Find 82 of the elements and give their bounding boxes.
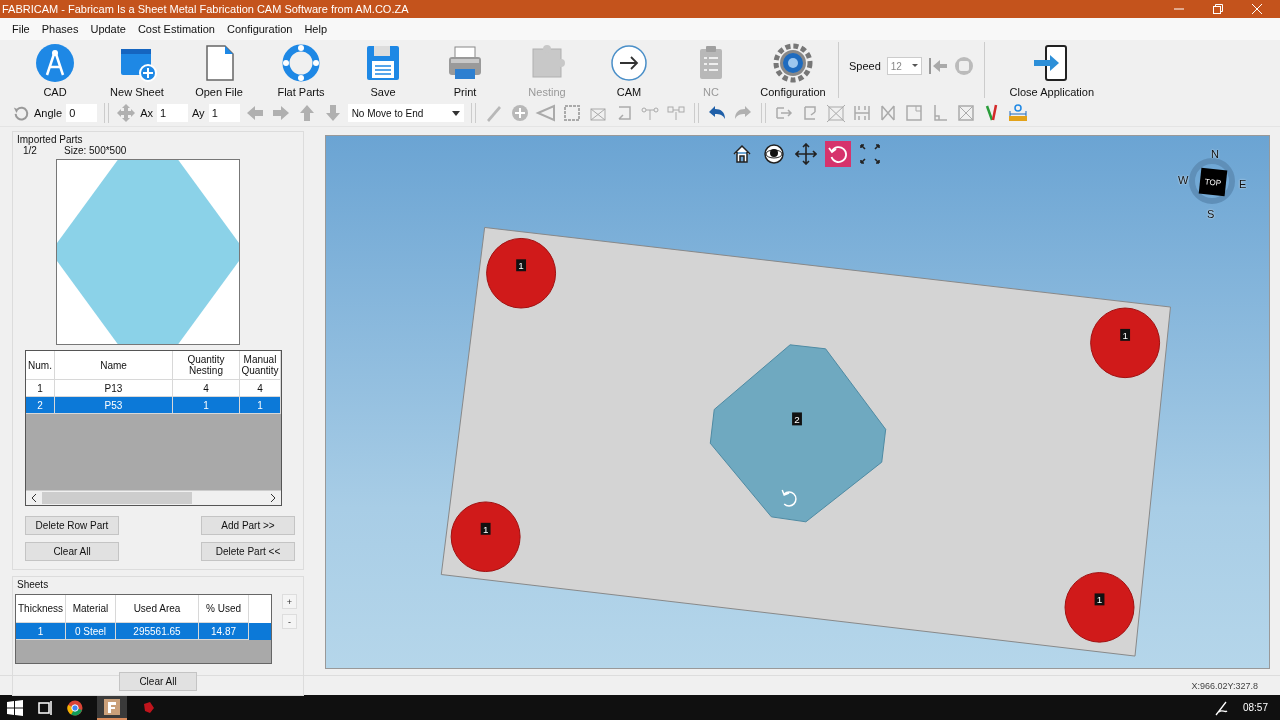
menu-item[interactable]: Configuration bbox=[220, 23, 299, 35]
eye-icon bbox=[763, 143, 785, 165]
horizontal-scrollbar[interactable] bbox=[26, 490, 281, 505]
fullscreen-icon bbox=[859, 143, 881, 165]
angle-label: Angle bbox=[34, 107, 63, 119]
scroll-left-icon[interactable] bbox=[30, 494, 38, 502]
ring-icon bbox=[281, 43, 321, 83]
toolbar-button[interactable]: Flat Parts bbox=[260, 40, 342, 98]
ax-field[interactable]: 1 bbox=[157, 104, 188, 122]
angle-field[interactable]: 0 bbox=[66, 104, 98, 122]
table-row[interactable]: 1 0 Steel 295561.65 14.87 bbox=[16, 623, 271, 640]
browser-icon[interactable] bbox=[67, 699, 83, 716]
toolbar-button[interactable]: Configuration bbox=[752, 40, 834, 98]
toolbar-button[interactable]: Print bbox=[424, 40, 506, 98]
3d-viewport[interactable]: 1 1 2 1 1 N W E S TOP bbox=[325, 135, 1270, 669]
part-label: 1 bbox=[480, 522, 491, 535]
menu-item[interactable]: Cost Estimation bbox=[131, 23, 221, 35]
part-label: 1 bbox=[1094, 593, 1105, 606]
windows-start-icon[interactable] bbox=[7, 699, 23, 716]
measure-icon[interactable] bbox=[1006, 103, 1029, 123]
rotate-icon bbox=[827, 143, 849, 165]
clock: 08:57 bbox=[1242, 702, 1269, 713]
size-label: Size: 500*500 bbox=[63, 145, 127, 156]
sheet-side-button[interactable]: + bbox=[282, 594, 297, 609]
scroll-right-icon[interactable] bbox=[269, 494, 277, 502]
ax-label: Ax bbox=[140, 107, 153, 119]
toolbar-button[interactable]: CAD bbox=[14, 40, 96, 98]
window-title: FABRICAM - Fabricam Is a Sheet Metal Fabrication CAM Software from AM.CO.ZA bbox=[2, 3, 410, 15]
imported-parts-title: Imported Parts bbox=[16, 134, 83, 145]
octagon-part[interactable] bbox=[709, 344, 887, 523]
move-icon bbox=[795, 143, 817, 165]
home-icon bbox=[731, 143, 753, 165]
connector-icon[interactable] bbox=[664, 103, 687, 123]
stop-icon[interactable] bbox=[953, 56, 974, 76]
view-tool-button[interactable] bbox=[857, 141, 883, 167]
table-row[interactable]: 1 P13 4 4 bbox=[26, 380, 281, 397]
menu-item[interactable]: File bbox=[6, 23, 36, 35]
task-view-icon[interactable] bbox=[37, 699, 53, 716]
move-mode-dropdown[interactable]: No Move to End bbox=[347, 104, 464, 122]
sheets-title: Sheets bbox=[16, 579, 50, 590]
part-label: 2 bbox=[792, 412, 802, 426]
table-row[interactable]: 2 P53 1 1 bbox=[26, 397, 281, 414]
menu-item[interactable]: Phases bbox=[35, 23, 85, 35]
view-tool-button[interactable] bbox=[761, 141, 787, 167]
view-tool-button[interactable] bbox=[793, 141, 819, 167]
panel-button[interactable]: Clear All bbox=[25, 542, 119, 561]
sheet-side-button[interactable]: - bbox=[282, 614, 297, 629]
panel-button[interactable]: Delete Part << bbox=[201, 542, 295, 561]
arrow-circle-icon bbox=[609, 43, 649, 83]
app-icon[interactable] bbox=[104, 698, 120, 715]
close-icon[interactable] bbox=[1252, 4, 1262, 14]
move-icon[interactable] bbox=[116, 103, 137, 123]
circular-part[interactable] bbox=[1064, 572, 1135, 643]
speed-spinner[interactable]: 12 bbox=[886, 57, 922, 75]
gear-icon bbox=[773, 43, 813, 83]
menu-item[interactable]: Help bbox=[298, 23, 333, 35]
ay-label: Ay bbox=[192, 107, 205, 119]
triangle-icon[interactable] bbox=[534, 103, 557, 123]
close-application-button[interactable]: Close Application bbox=[996, 40, 1107, 98]
part-label: 1 bbox=[516, 259, 527, 272]
clear-all-button[interactable]: Clear All bbox=[119, 672, 197, 691]
restore-icon[interactable] bbox=[1213, 4, 1223, 14]
toolbar-button[interactable]: Save bbox=[342, 40, 424, 98]
panel-button[interactable]: Delete Row Part bbox=[25, 516, 119, 535]
compass-icon bbox=[35, 43, 75, 83]
toolbar-button[interactable]: CAM bbox=[588, 40, 670, 98]
circular-part[interactable] bbox=[1090, 307, 1161, 379]
dropdown-caret-icon bbox=[451, 110, 460, 116]
step-back-icon[interactable] bbox=[927, 57, 948, 75]
menu-item[interactable]: Update bbox=[84, 23, 132, 35]
cursor-coordinates: X:966.02Y:327.8 bbox=[1191, 680, 1258, 691]
circular-part[interactable] bbox=[450, 501, 521, 573]
ay-field[interactable]: 1 bbox=[208, 104, 240, 122]
page-counter: 1/2 bbox=[23, 145, 37, 158]
rotate-icon[interactable] bbox=[12, 104, 30, 122]
circular-part[interactable] bbox=[486, 237, 557, 309]
panel-button[interactable]: Add Part >> bbox=[201, 516, 295, 535]
toolbar-button[interactable]: Open File bbox=[178, 40, 260, 98]
toolbar-button[interactable]: New Sheet bbox=[96, 40, 178, 98]
part-label: 1 bbox=[1120, 328, 1131, 341]
speed-label: Speed bbox=[849, 60, 881, 72]
rotate-cursor-icon bbox=[781, 489, 797, 507]
